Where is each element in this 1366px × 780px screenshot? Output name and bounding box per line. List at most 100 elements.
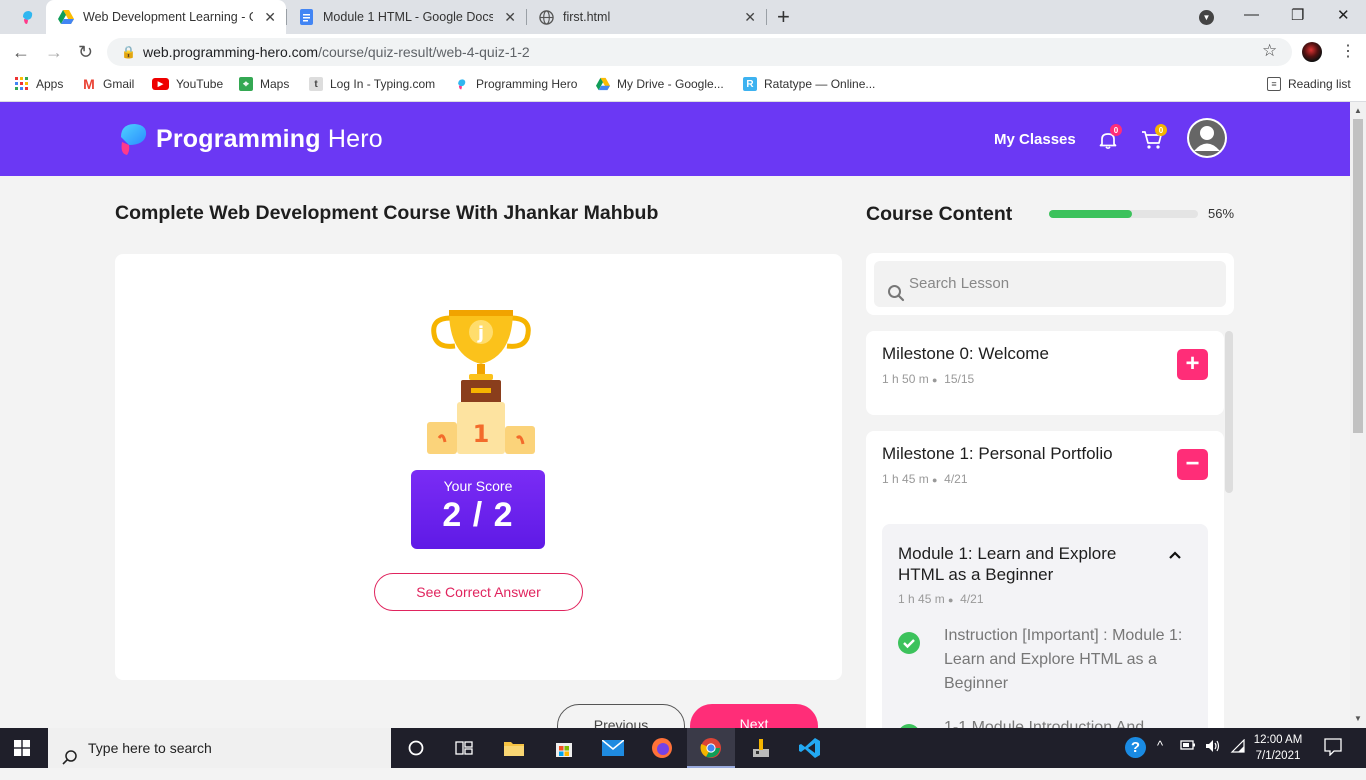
vscode-icon[interactable] [798,736,822,760]
my-classes-link[interactable]: My Classes [994,131,1076,148]
new-tab-icon[interactable]: + [777,4,790,30]
milestone-0[interactable]: Milestone 0: Welcome 1 h 50 m ● 15/15 + [866,331,1224,415]
clock-date: 7/1/2021 [1255,750,1301,762]
profile-avatar[interactable] [1302,42,1322,62]
url-path: /course/quiz-result/web-4-quiz-1-2 [318,44,530,60]
bookmark-my-drive[interactable]: My Drive - Google... [596,70,724,98]
expand-milestone-button[interactable]: + [1177,349,1208,380]
milestone-name: Milestone 0: Welcome [882,344,1049,363]
forward-icon[interactable]: → [45,42,63,63]
tab-title: first.html [563,10,611,24]
page-scrollbar-thumb[interactable] [1353,119,1363,433]
help-icon[interactable]: ? [1125,737,1146,758]
bookmark-star-icon[interactable]: ☆ [1262,41,1277,61]
close-tab-icon[interactable]: ✕ [744,9,756,26]
reading-list-icon: ≡ [1267,77,1281,91]
cart-badge: 0 [1155,124,1167,136]
back-icon[interactable]: ← [12,42,30,63]
typing-icon: t [309,77,323,91]
bookmark-label: Log In - Typing.com [330,77,436,91]
tray-chevron-icon[interactable]: ^ [1157,738,1163,753]
tab-module-1-html[interactable]: Module 1 HTML - Google Docs ✕ [286,0,526,34]
dot-separator: ● [932,475,938,485]
mail-icon[interactable] [601,736,625,760]
brand-name-bold: Programming [156,124,321,153]
module-duration: 1 h 45 m [898,592,945,606]
tab-web-development-learning[interactable]: Web Development Learning - Go ✕ [46,0,286,34]
google-drive-icon [596,77,610,91]
site-header: Programming Hero My Classes 0 0 [0,102,1350,176]
page-scrollbar[interactable]: ▲ ▼ [1350,102,1366,728]
reading-list-label: Reading list [1288,77,1351,91]
paint-tool-icon[interactable] [749,736,773,760]
brand-name: Programming Hero [156,125,383,154]
close-window-icon[interactable]: ✕ [1337,6,1350,24]
bookmarks-bar: Apps M Gmail ▶ YouTube ⌖ Maps t Log In -… [0,70,1366,102]
cart-icon[interactable]: 0 [1141,124,1167,150]
notification-center-icon[interactable] [1324,738,1342,759]
rocket-logo-icon [115,121,149,157]
dot-separator: ● [948,595,954,605]
chrome-profile-icon[interactable] [19,8,37,26]
system-clock[interactable]: 12:00 AM 7/1/2021 [1250,732,1306,764]
youtube-icon: ▶ [152,78,169,90]
module-title[interactable]: Module 1: Learn and Explore HTML as a Be… [898,543,1158,585]
user-avatar[interactable] [1187,118,1227,158]
bookmark-gmail[interactable]: M Gmail [82,70,134,98]
bookmark-programming-hero[interactable]: Programming Hero [455,70,577,98]
dot-separator: ● [932,375,938,385]
tab-search-icon[interactable]: ▼ [1199,10,1214,25]
tab-separator [286,9,287,25]
task-view-icon[interactable] [452,736,476,760]
sidebar-scrollbar-thumb[interactable] [1225,331,1233,493]
scroll-down-icon[interactable]: ▼ [1354,714,1362,723]
lesson-title: Instruction [Important] : Module 1: Lear… [944,627,1183,692]
bookmark-label: YouTube [176,77,224,91]
tab-first-html[interactable]: first.html ✕ [526,0,766,34]
brand-name-light: Hero [320,124,383,153]
browser-menu-icon[interactable]: ⋮ [1340,41,1356,61]
bookmark-typing[interactable]: t Log In - Typing.com [309,70,435,98]
apps-grid-icon [15,77,29,91]
sidebar-scrollbar[interactable] [1225,331,1233,728]
bookmark-label: My Drive - Google... [617,77,724,91]
brand-logo[interactable]: Programming Hero [115,121,383,157]
milestone-meta: 1 h 45 m ● 4/21 [882,472,968,486]
previous-button[interactable]: Previous [557,704,685,728]
course-progress-text: 56% [1208,206,1235,221]
quiz-result-card: j 1 Your Score 2 / 2 See Correct Answer [115,254,842,680]
bookmark-youtube[interactable]: ▶ YouTube [152,70,223,98]
scroll-up-icon[interactable]: ▲ [1354,106,1362,115]
chevron-up-icon[interactable] [1169,547,1181,562]
collapse-milestone-button[interactable]: − [1177,449,1208,480]
battery-icon[interactable] [1180,739,1196,754]
cortana-icon[interactable] [404,736,428,760]
score-label: Your Score [443,478,513,494]
module-meta: 1 h 45 m ● 4/21 [898,592,984,606]
maximize-icon[interactable]: ❐ [1291,6,1304,24]
bell-icon[interactable]: 0 [1098,124,1122,150]
file-explorer-icon[interactable] [502,736,526,760]
see-correct-answer-button[interactable]: See Correct Answer [374,573,583,611]
reading-list[interactable]: ≡ Reading list [1267,70,1351,98]
maps-icon: ⌖ [239,77,253,91]
bookmark-maps[interactable]: ⌖ Maps [239,70,289,98]
chrome-icon[interactable] [699,736,723,760]
close-tab-icon[interactable]: ✕ [264,9,276,26]
microsoft-store-icon[interactable] [552,736,576,760]
taskbar-search-input[interactable]: Type here to search [48,728,391,768]
search-lesson-input[interactable]: Search Lesson [874,261,1226,307]
bookmark-ratatype[interactable]: R Ratatype — Online... [743,70,875,98]
close-tab-icon[interactable]: ✕ [504,9,516,26]
volume-icon[interactable] [1205,739,1221,756]
firefox-icon[interactable] [650,736,674,760]
url-field[interactable]: 🔒 web.programming-hero.com/course/quiz-r… [107,38,1292,66]
reload-icon[interactable]: ↻ [78,42,93,63]
windows-start-icon[interactable] [14,740,30,756]
milestone-1[interactable]: Milestone 1: Personal Portfolio 1 h 45 m… [866,431,1224,728]
next-button[interactable]: Next [690,704,818,728]
minimize-icon[interactable]: — [1244,6,1259,23]
wifi-icon[interactable] [1230,738,1246,756]
bookmark-apps[interactable]: Apps [15,70,63,98]
clock-time: 12:00 AM [1253,734,1303,746]
